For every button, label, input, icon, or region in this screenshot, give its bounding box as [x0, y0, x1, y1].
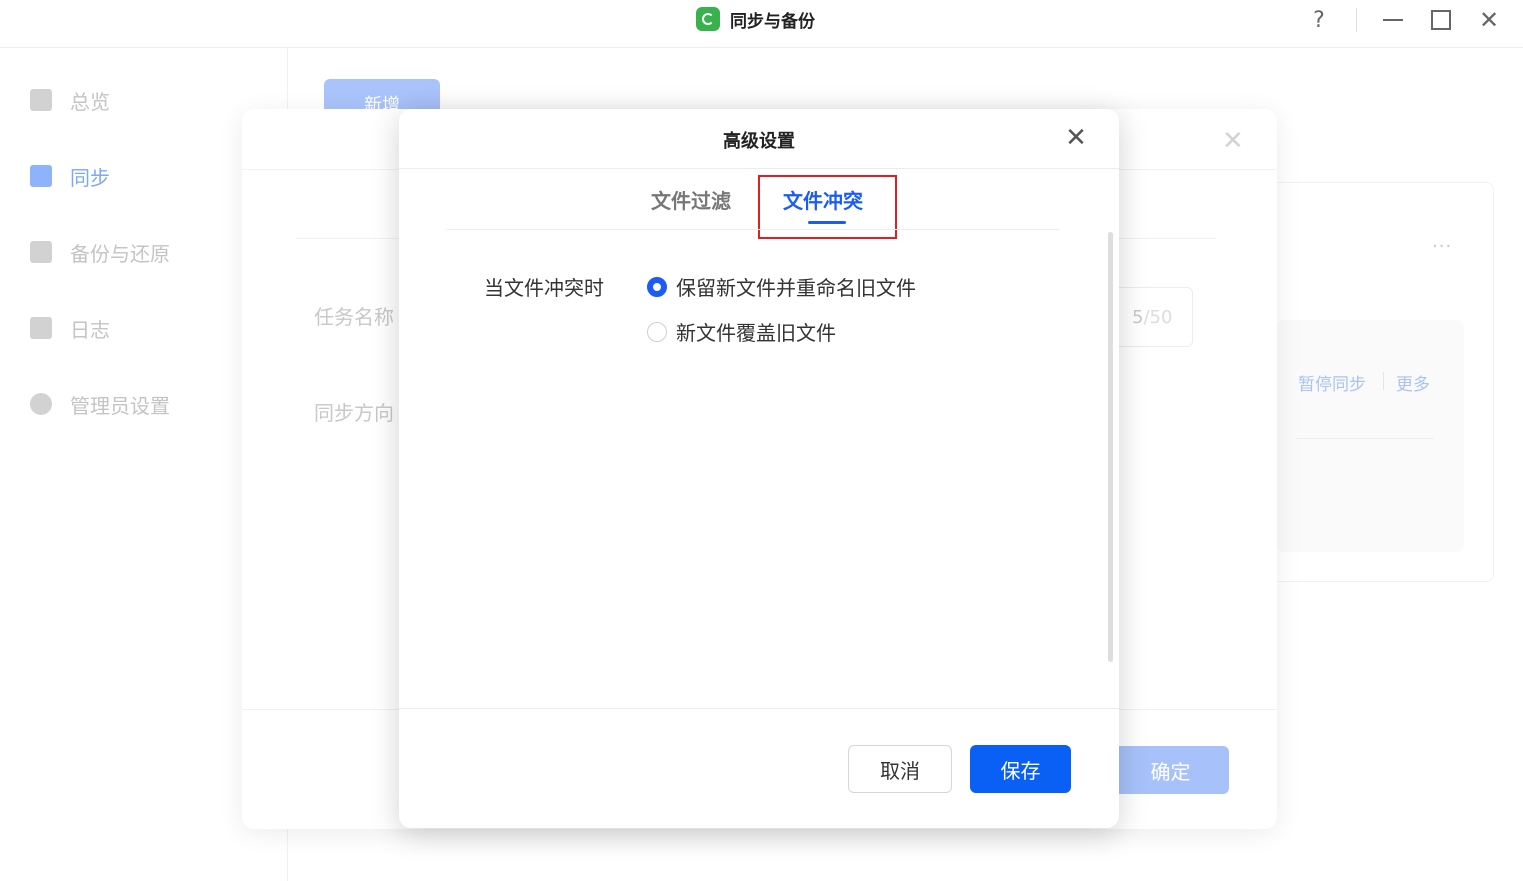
counter-value: 5: [1132, 306, 1144, 328]
tab-divider: [447, 229, 1059, 230]
conflict-option-label: 当文件冲突时: [484, 276, 604, 300]
maximize-button[interactable]: [1426, 6, 1456, 34]
sidebar-item-label: 同步: [70, 165, 110, 190]
sidebar-item-admin[interactable]: 管理员设置: [30, 390, 170, 418]
more-link[interactable]: 更多: [1396, 370, 1430, 395]
task-name-counter: 5/50: [1116, 287, 1193, 347]
dialog-header-divider: [399, 168, 1119, 169]
scrollbar[interactable]: [1108, 232, 1113, 662]
sidebar-item-label: 日志: [70, 317, 110, 342]
pause-sync-link[interactable]: 暂停同步: [1298, 370, 1366, 395]
dialog-close-icon[interactable]: ✕: [1061, 123, 1091, 153]
app-title: 同步与备份: [696, 7, 815, 32]
sidebar-item-label: 总览: [70, 89, 110, 114]
app-title-text: 同步与备份: [730, 11, 815, 32]
tab-file-filter[interactable]: 文件过滤: [651, 185, 731, 214]
option-keep-new-rename-old[interactable]: 保留新文件并重命名旧文件: [647, 272, 916, 301]
save-button[interactable]: 保存: [970, 745, 1071, 793]
gear-icon: [30, 393, 52, 415]
link-divider: [1383, 372, 1384, 390]
sync-arrows-icon: [30, 165, 52, 187]
option-label: 保留新文件并重命名旧文件: [676, 276, 916, 300]
title-bar: 同步与备份 ? ✕: [0, 0, 1523, 48]
sidebar-item-label: 管理员设置: [70, 393, 170, 418]
radio-unchecked-icon[interactable]: [647, 321, 667, 342]
option-overwrite-old[interactable]: 新文件覆盖旧文件: [647, 317, 836, 346]
new-task-close-icon[interactable]: ✕: [1222, 126, 1244, 156]
counter-max: /50: [1143, 306, 1173, 328]
advanced-settings-dialog: 高级设置 ✕ 文件过滤 文件冲突 当文件冲突时 保留新文件并重命名旧文件 新文件…: [399, 109, 1119, 828]
sidebar-item-log[interactable]: 日志: [30, 314, 110, 342]
log-book-icon: [30, 317, 52, 339]
close-window-button[interactable]: ✕: [1474, 6, 1504, 34]
task-name-label: 任务名称: [314, 305, 394, 329]
card-divider: [1296, 438, 1434, 439]
cancel-button[interactable]: 取消: [848, 745, 952, 793]
option-label: 新文件覆盖旧文件: [676, 321, 836, 345]
radio-checked-icon[interactable]: [647, 276, 667, 297]
help-button[interactable]: ?: [1304, 6, 1334, 34]
sync-direction-label: 同步方向: [314, 401, 394, 425]
dialog-title: 高级设置: [723, 131, 795, 152]
confirm-button[interactable]: 确定: [1112, 746, 1229, 794]
chart-icon: [30, 89, 52, 111]
sidebar-item-overview[interactable]: 总览: [30, 86, 110, 114]
sidebar-item-sync[interactable]: 同步: [30, 162, 110, 190]
sidebar-item-backup[interactable]: 备份与还原: [30, 238, 170, 266]
dialog-footer-divider: [399, 708, 1119, 709]
more-options-icon[interactable]: ···: [1432, 236, 1452, 257]
backup-icon: [30, 241, 52, 263]
task-card: [1276, 320, 1464, 552]
minimize-button[interactable]: [1378, 6, 1408, 34]
app-logo-icon: [696, 7, 720, 31]
titlebar-divider: [1356, 8, 1357, 32]
sidebar-item-label: 备份与还原: [70, 241, 170, 266]
